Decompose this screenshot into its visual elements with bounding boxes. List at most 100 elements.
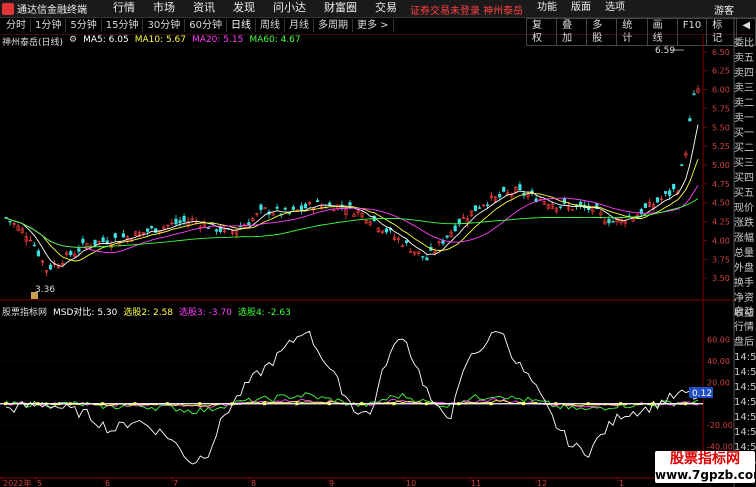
axes: 6.50 6.25 6.00 5.75 5.50 5.25 5.00 4.75 4.50 4.25… [1,48,733,487]
candle-body [182,215,186,222]
candle-body [214,229,219,232]
low-label: 3.36 [35,285,55,295]
date-tick-label: 12 [537,479,547,487]
candle-body [558,206,562,208]
candle-body [113,233,117,238]
date-tick-label: 5 [37,479,42,487]
tick-row: 14:56 [734,382,756,393]
signal-marker [36,402,40,406]
tick-row: 14:56 [734,352,756,363]
signal-marker [262,402,266,406]
msd-label: MSD对比: 5.30 [53,308,118,318]
candle-body [150,226,154,229]
indicator-legend: 股票指标网 MSD对比: 5.30 选股2: 2.58 选股3: -3.70 选… [2,305,291,318]
date-tick-label: 10 [406,479,416,487]
msd-line [5,330,699,465]
candle-body [384,228,388,233]
candle-body [425,257,429,261]
x3-label: 选股3: -3.70 [179,308,232,318]
signal-marker [424,402,428,406]
candle-body [502,186,506,192]
signal-marker [101,402,105,406]
price-tick-label: 4.00 [712,236,730,245]
price-tick-label: 5.50 [712,123,730,132]
candle-body [473,205,478,212]
gear-icon[interactable]: ⚙ [69,35,77,48]
quote-field-label: 卖一 [734,113,754,124]
candle-body [405,240,409,243]
tick-row: 自动 [734,307,754,318]
ind-tick-label: 40.00 [707,357,730,366]
date-tick-label: 9 [329,479,334,487]
quote-field-label: 涨幅 [734,233,754,244]
candle-body [303,203,308,209]
chart-canvas[interactable]: 6.50 6.25 6.00 5.75 5.50 5.25 5.00 4.75 4.50 4.25… [0,0,756,487]
signal-marker [554,402,558,406]
signal-marker [619,402,623,406]
candle-body [291,206,295,210]
tick-row: 14:56 [734,412,756,423]
x2-label: 选股2: 2.58 [123,308,174,318]
price-tick-label: 6.50 [712,48,730,57]
candle-body [680,164,684,166]
candle-body [562,198,567,204]
quote-field-label: 涨跌 [734,218,754,229]
current-value: 0.12 [692,389,712,399]
candle-body [668,190,672,196]
candle-body [655,197,660,203]
quote-field-label: 总量 [734,248,754,259]
candle-body [477,207,482,209]
ind-tick-label: 60.00 [707,335,730,344]
quote-field-label: 委比 [734,38,754,49]
signal-marker [360,402,364,406]
candle-body [672,184,676,190]
quote-field-label: 卖三 [734,83,754,94]
signal-marker [68,402,72,406]
price-tick-label: 5.00 [712,161,730,170]
candle-body [247,222,251,226]
signal-marker [230,402,234,406]
candle-body [101,237,105,242]
quote-field-label: 买五 [734,188,754,199]
candle-body [611,221,615,223]
tick-row: 14:56 [734,397,756,408]
candle-body [154,228,158,233]
tick-row: 14:56 [734,427,756,438]
candle-body [421,256,425,258]
tick-row: 14:56 [734,367,756,378]
price-tick-label: 5.25 [712,142,730,151]
candle-body [445,235,449,238]
candle-body [275,206,279,209]
candle-body [518,184,522,190]
ma10-label: MA10: 5.67 [134,35,187,45]
price-tick-label: 6.00 [712,86,730,95]
date-tick-label: 7 [173,479,178,487]
candle-body [32,244,36,247]
date-tick-label: 11 [471,479,481,487]
price-tick-label: 3.75 [712,255,730,264]
stock-name: 神州泰岳(日线) [2,38,64,48]
ind-tick-label: 20.00 [707,378,730,387]
date-tick-label: 6 [105,479,110,487]
tick-row: 行情 [734,322,754,333]
candle-body [485,204,490,207]
signal-marker [457,402,461,406]
signal-marker [198,402,202,406]
candle-body [69,251,73,256]
candle-body [36,250,40,257]
date-tick-label: 8 [251,479,256,487]
tick-row: 盘后 [734,337,754,348]
quote-field-label: 卖五 [734,53,754,64]
candle-body [348,202,352,206]
price-tick-label: 6.25 [712,67,730,76]
signal-marker [4,402,7,406]
event-marker-icon[interactable] [31,292,38,299]
quote-field-label: 换手 [734,278,754,289]
candle-body [498,194,502,198]
signal-marker [683,402,687,406]
quote-field-label: 净资 [734,293,754,304]
candle-body [328,202,332,205]
quote-panel: 委比 卖五 卖四 卖三 卖二 卖一 买一 买二 买三 买四 买五 现价 涨跌 涨幅 总量 外盘 换手 净资 收益 [734,36,756,321]
ind-tick-label: -20.00 [707,421,733,430]
candle-body [48,264,53,270]
